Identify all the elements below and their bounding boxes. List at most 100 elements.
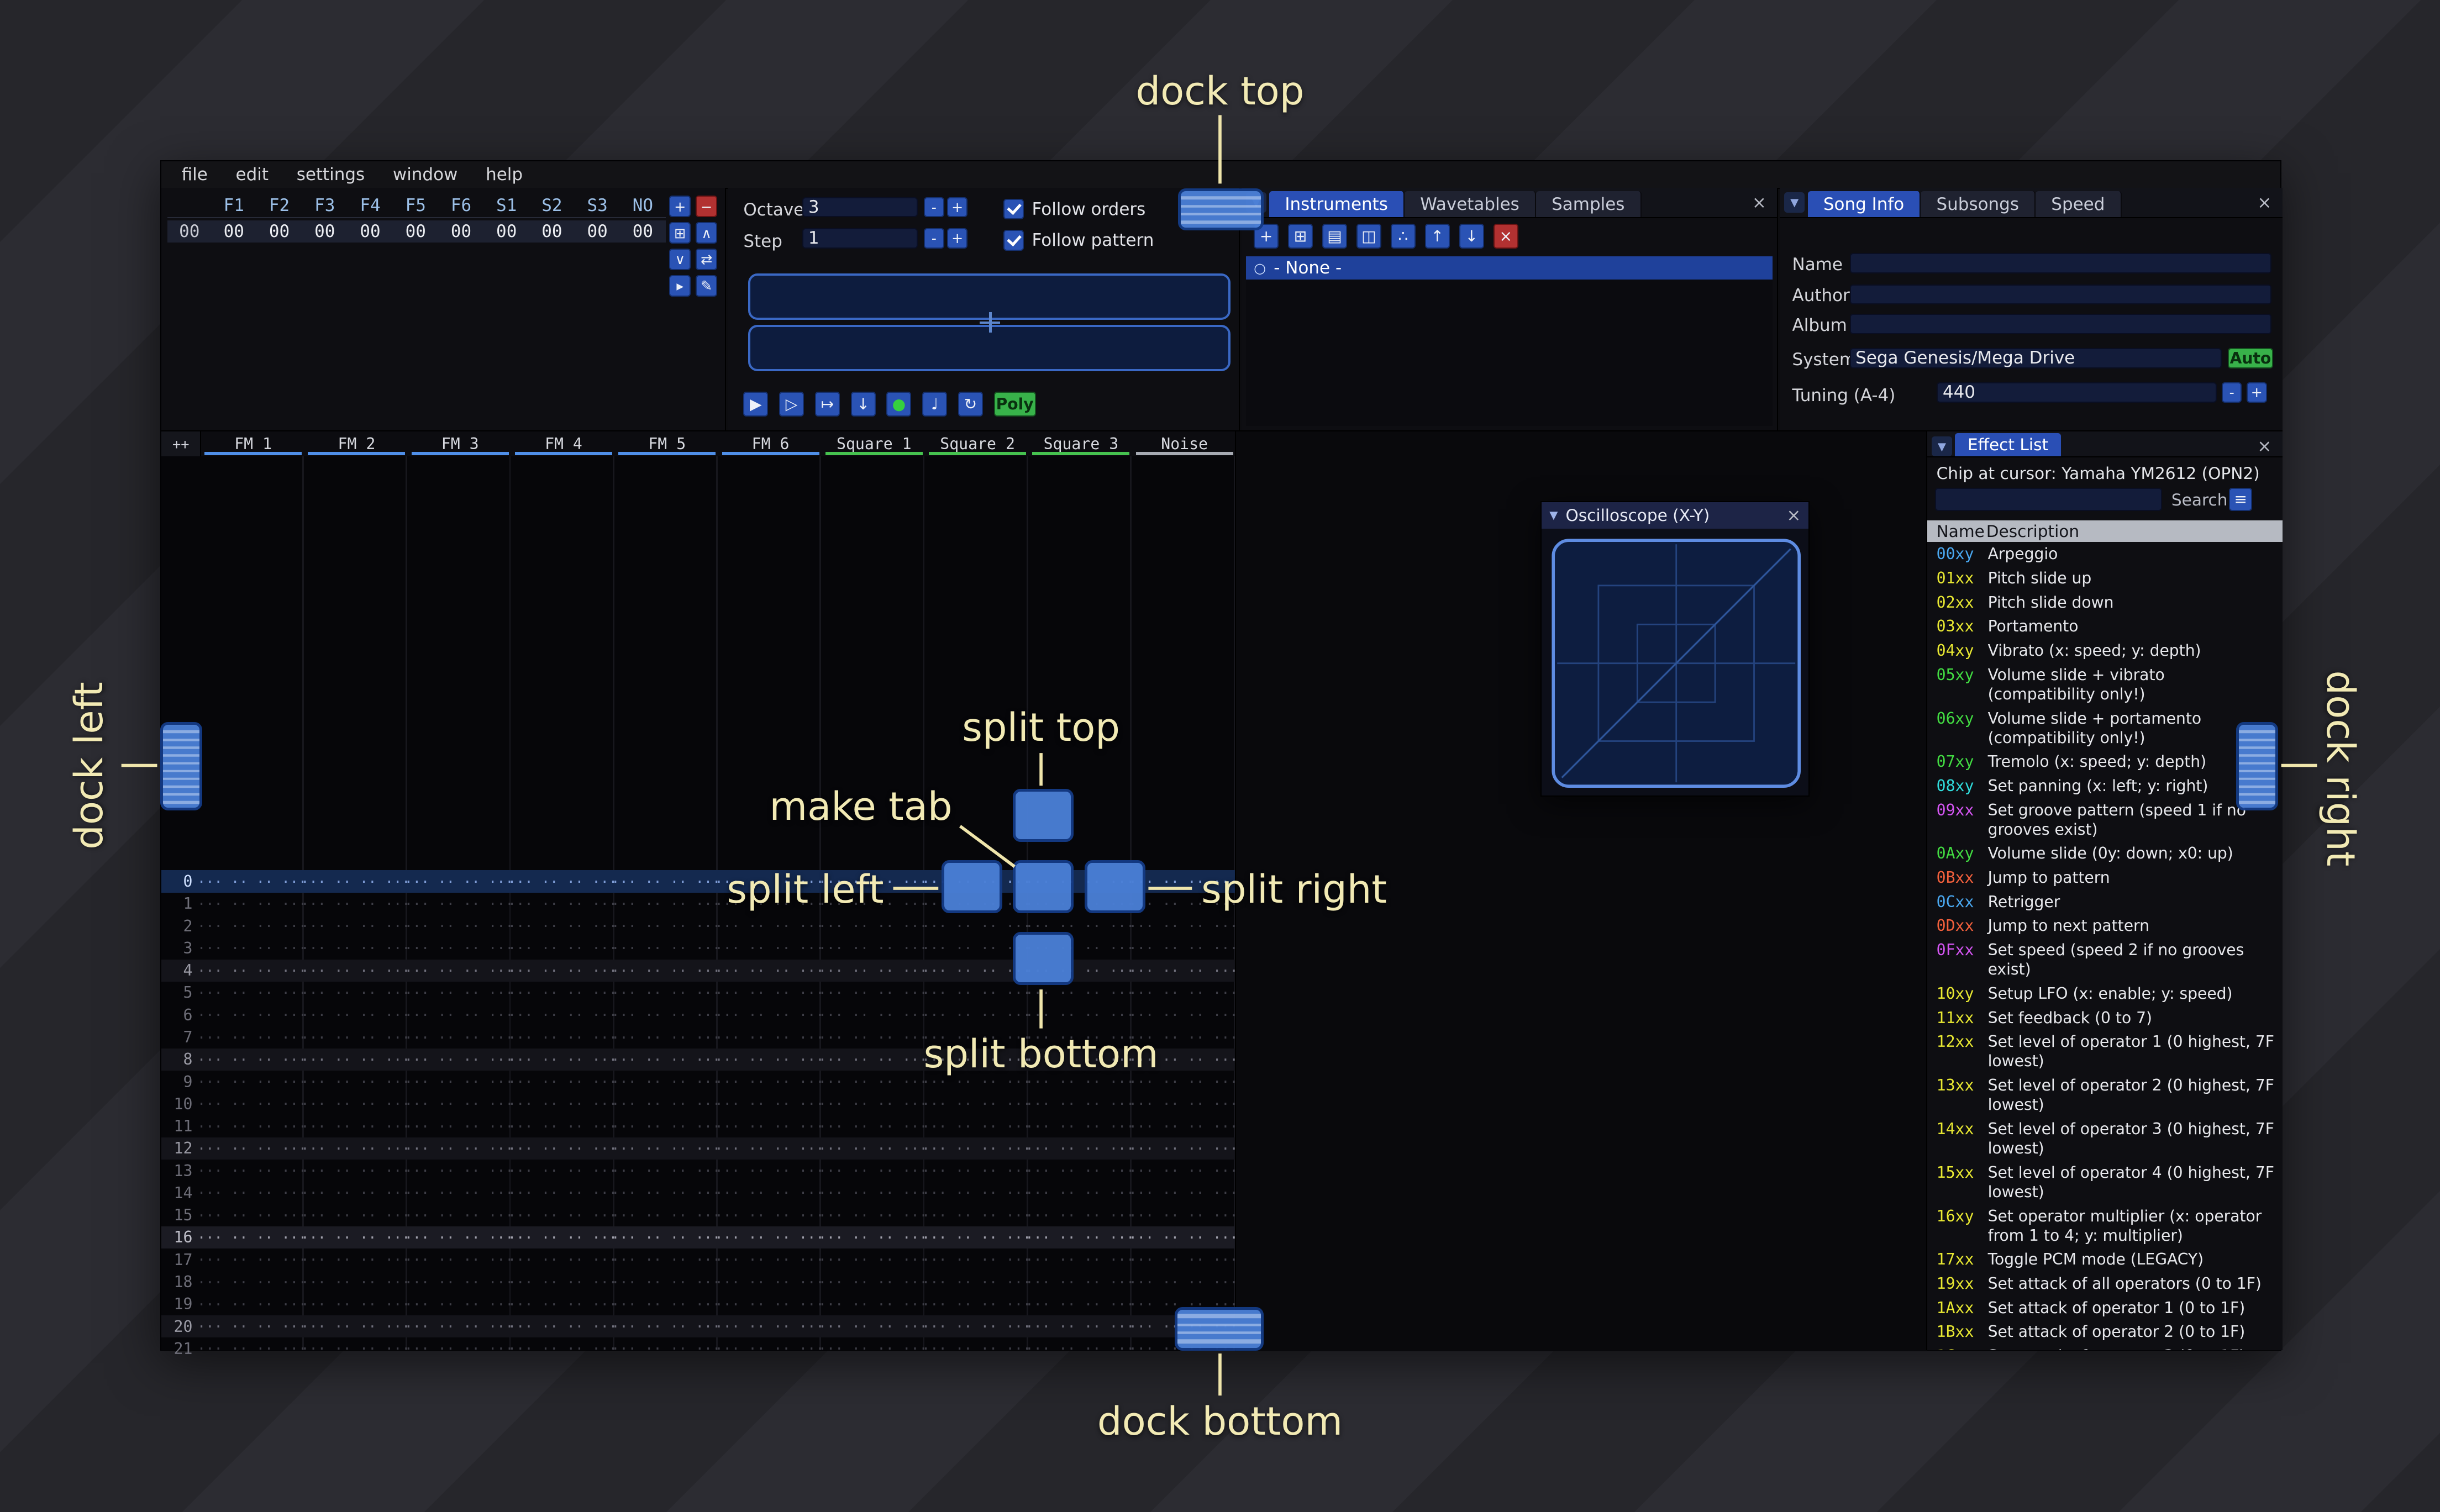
pattern-cell[interactable]: ··· ·· ·· ··· — [1028, 1274, 1132, 1290]
pattern-cell[interactable]: ··· ·· ·· ··· — [821, 1340, 924, 1357]
pattern-cell[interactable]: ··· ·· ·· ··· — [511, 1340, 614, 1357]
effect-row-1Axx[interactable]: 1Axx Set attack of operator 1 (0 to 1F) — [1927, 1295, 2283, 1320]
pattern-cell[interactable]: ··· ·· ·· ··· — [614, 873, 718, 890]
pattern-cell[interactable]: ··· ·· ·· ··· — [718, 1274, 821, 1290]
close-icon[interactable]: × — [1786, 505, 1801, 525]
order-cell[interactable]: 00 — [438, 222, 483, 241]
pattern-cell[interactable]: ··· ·· ·· ··· — [924, 1184, 1028, 1201]
pattern-cell[interactable]: ··· ·· ·· ··· — [718, 1095, 821, 1112]
toggle-folders-button[interactable]: ∴ — [1390, 223, 1416, 249]
pattern-cell[interactable]: ··· ·· ·· ··· — [200, 1073, 303, 1090]
channel-header-square-3[interactable]: Square 3 — [1029, 431, 1133, 456]
tab-speed[interactable]: Speed — [2036, 191, 2122, 218]
effect-search-input[interactable] — [1934, 487, 2162, 511]
deep-clone-order-button[interactable]: ⇄ — [695, 248, 718, 271]
pattern-cell[interactable]: ··· ·· ·· ··· — [304, 984, 407, 1001]
pattern-row-12[interactable]: 12 ··· ·· ·· ··· ··· ·· ·· ··· ··· ·· ·· ··… — [161, 1137, 1235, 1160]
pattern-cell[interactable]: ··· ·· ·· ··· — [718, 1318, 821, 1335]
pattern-cell[interactable]: ··· ·· ·· ··· — [511, 1296, 614, 1313]
pattern-cell[interactable]: ··· ·· ·· ··· — [200, 1118, 303, 1135]
pattern-cell[interactable]: ··· ·· ·· ··· — [821, 1073, 924, 1090]
pattern-cell[interactable]: ··· ·· ·· ··· — [924, 1118, 1028, 1135]
pattern-cell[interactable]: ··· ·· ·· ··· — [200, 1051, 303, 1068]
pattern-cell[interactable]: ··· ·· ·· ··· — [304, 1140, 407, 1157]
pattern-cell[interactable]: ··· ·· ·· ··· — [718, 1184, 821, 1201]
order-change-mode-button[interactable]: ▸ — [669, 275, 691, 297]
dock-right-target[interactable] — [2236, 721, 2279, 811]
pattern-cell[interactable]: ··· ·· ·· ··· — [1132, 940, 1235, 956]
make-tab-target[interactable] — [1013, 860, 1074, 914]
step-minus-button[interactable]: - — [924, 228, 944, 249]
effect-row-0Dxx[interactable]: 0Dxx Jump to next pattern — [1927, 914, 2283, 938]
effect-row-14xx[interactable]: 14xx Set level of operator 3 (0 highest, … — [1927, 1117, 2283, 1161]
pattern-cell[interactable]: ··· ·· ·· ··· — [614, 1140, 718, 1157]
pattern-cell[interactable]: ··· ·· ·· ··· — [1132, 984, 1235, 1001]
effect-row-07xy[interactable]: 07xy Tremolo (x: speed; y: depth) — [1927, 750, 2283, 774]
pattern-cell[interactable]: ··· ·· ·· ··· — [924, 1340, 1028, 1357]
pattern-cell[interactable]: ··· ·· ·· ··· — [511, 1007, 614, 1023]
tab-effect-list[interactable]: Effect List — [1955, 433, 2061, 457]
pattern-row-10[interactable]: 10 ··· ·· ·· ··· ··· ·· ·· ··· ··· ·· ·· ··… — [161, 1093, 1235, 1115]
close-icon[interactable]: × — [2254, 436, 2275, 457]
pattern-cell[interactable]: ··· ·· ·· ··· — [304, 895, 407, 912]
pattern-expand-button[interactable]: ++ — [161, 431, 202, 457]
pattern-cell[interactable]: ··· ·· ·· ··· — [718, 1296, 821, 1313]
effect-row-08xy[interactable]: 08xy Set panning (x: left; y: right) — [1927, 774, 2283, 798]
pattern-cell[interactable]: ··· ·· ·· ··· — [718, 1162, 821, 1179]
pattern-cell[interactable]: ··· ·· ·· ··· — [200, 1140, 303, 1157]
pattern-cell[interactable]: ··· ·· ·· ··· — [1028, 1251, 1132, 1268]
step-one-row-button[interactable]: ↓ — [850, 391, 876, 417]
effect-row-0Cxx[interactable]: 0Cxx Retrigger — [1927, 890, 2283, 914]
pattern-cell[interactable]: ··· ·· ·· ··· — [304, 1229, 407, 1246]
menu-item-window[interactable]: window — [379, 165, 472, 185]
oscilloscope-title-bar[interactable]: ▼ Oscilloscope (X-Y) × — [1542, 502, 1809, 529]
pattern-cell[interactable]: ··· ·· ·· ··· — [1132, 1007, 1235, 1023]
pattern-cell[interactable]: ··· ·· ·· ··· — [1132, 1229, 1235, 1246]
pattern-cell[interactable]: ··· ·· ·· ··· — [200, 962, 303, 979]
pattern-row-3[interactable]: 3 ··· ·· ·· ··· ··· ·· ·· ··· ··· ·· ·· ···… — [161, 937, 1235, 959]
pattern-cell[interactable]: ··· ·· ·· ··· — [821, 1118, 924, 1135]
duplicate-order-button[interactable]: ⊞ — [669, 222, 691, 244]
step-plus-button[interactable]: + — [947, 228, 967, 249]
pattern-cell[interactable]: ··· ·· ·· ··· — [614, 1118, 718, 1135]
pattern-cell[interactable]: ··· ·· ·· ··· — [407, 1207, 511, 1224]
pattern-cell[interactable]: ··· ·· ·· ··· — [200, 1318, 303, 1335]
system-auto-button[interactable]: Auto — [2228, 348, 2273, 368]
order-cell[interactable]: 00 — [256, 222, 302, 241]
effect-row-11xx[interactable]: 11xx Set feedback (0 to 7) — [1927, 1005, 2283, 1030]
pattern-cell[interactable]: ··· ·· ·· ··· — [407, 1229, 511, 1246]
effect-row-05xy[interactable]: 05xy Volume slide + vibrato (compatibilit… — [1927, 662, 2283, 706]
pattern-cell[interactable]: ··· ·· ·· ··· — [614, 1007, 718, 1023]
pattern-cell[interactable]: ··· ·· ·· ··· — [407, 918, 511, 934]
pattern-cell[interactable]: ··· ·· ·· ··· — [304, 1318, 407, 1335]
pattern-cell[interactable]: ··· ·· ·· ··· — [614, 1162, 718, 1179]
name-field[interactable] — [1849, 253, 2271, 273]
order-edit-mode-button[interactable]: ✎ — [695, 275, 718, 297]
dock-bottom-target[interactable] — [1175, 1306, 1264, 1351]
order-cell[interactable]: 00 — [302, 222, 348, 241]
pattern-cell[interactable]: ··· ·· ·· ··· — [200, 873, 303, 890]
pattern-cell[interactable]: ··· ·· ·· ··· — [1132, 1118, 1235, 1135]
pattern-cell[interactable]: ··· ·· ·· ··· — [718, 918, 821, 934]
orders-row[interactable]: 00 00 00 00 00 00 00 00 00 00 00 — [167, 220, 666, 243]
pattern-row-17[interactable]: 17 ··· ·· ·· ··· ··· ·· ·· ··· ··· ·· ·· ··… — [161, 1248, 1235, 1271]
pattern-cell[interactable]: ··· ·· ·· ··· — [718, 1207, 821, 1224]
effect-row-01xx[interactable]: 01xx Pitch slide up — [1927, 566, 2283, 591]
pattern-cell[interactable]: ··· ·· ·· ··· — [718, 1140, 821, 1157]
hamburger-menu-icon[interactable]: ≡ — [2229, 487, 2253, 511]
pattern-cell[interactable]: ··· ·· ·· ··· — [200, 1095, 303, 1112]
repeat-pattern-button[interactable]: ↻ — [958, 391, 983, 417]
pattern-cell[interactable]: ··· ·· ·· ··· — [821, 1229, 924, 1246]
effect-row-0Bxx[interactable]: 0Bxx Jump to pattern — [1927, 866, 2283, 890]
pattern-cell[interactable]: ··· ·· ·· ··· — [924, 1296, 1028, 1313]
poly-button[interactable]: Poly — [993, 391, 1036, 417]
pattern-cell[interactable]: ··· ·· ·· ··· — [511, 918, 614, 934]
remove-order-button[interactable]: − — [695, 196, 718, 218]
pattern-cell[interactable]: ··· ·· ·· ··· — [304, 1274, 407, 1290]
pattern-cell[interactable]: ··· ·· ·· ··· — [511, 1029, 614, 1046]
pattern-cell[interactable]: ··· ·· ·· ··· — [407, 1029, 511, 1046]
pattern-cell[interactable]: ··· ·· ·· ··· — [511, 984, 614, 1001]
pattern-cell[interactable]: ··· ·· ·· ··· — [718, 1229, 821, 1246]
pattern-cell[interactable]: ··· ·· ·· ··· — [821, 1251, 924, 1268]
pattern-cell[interactable]: ··· ·· ·· ··· — [821, 1051, 924, 1068]
